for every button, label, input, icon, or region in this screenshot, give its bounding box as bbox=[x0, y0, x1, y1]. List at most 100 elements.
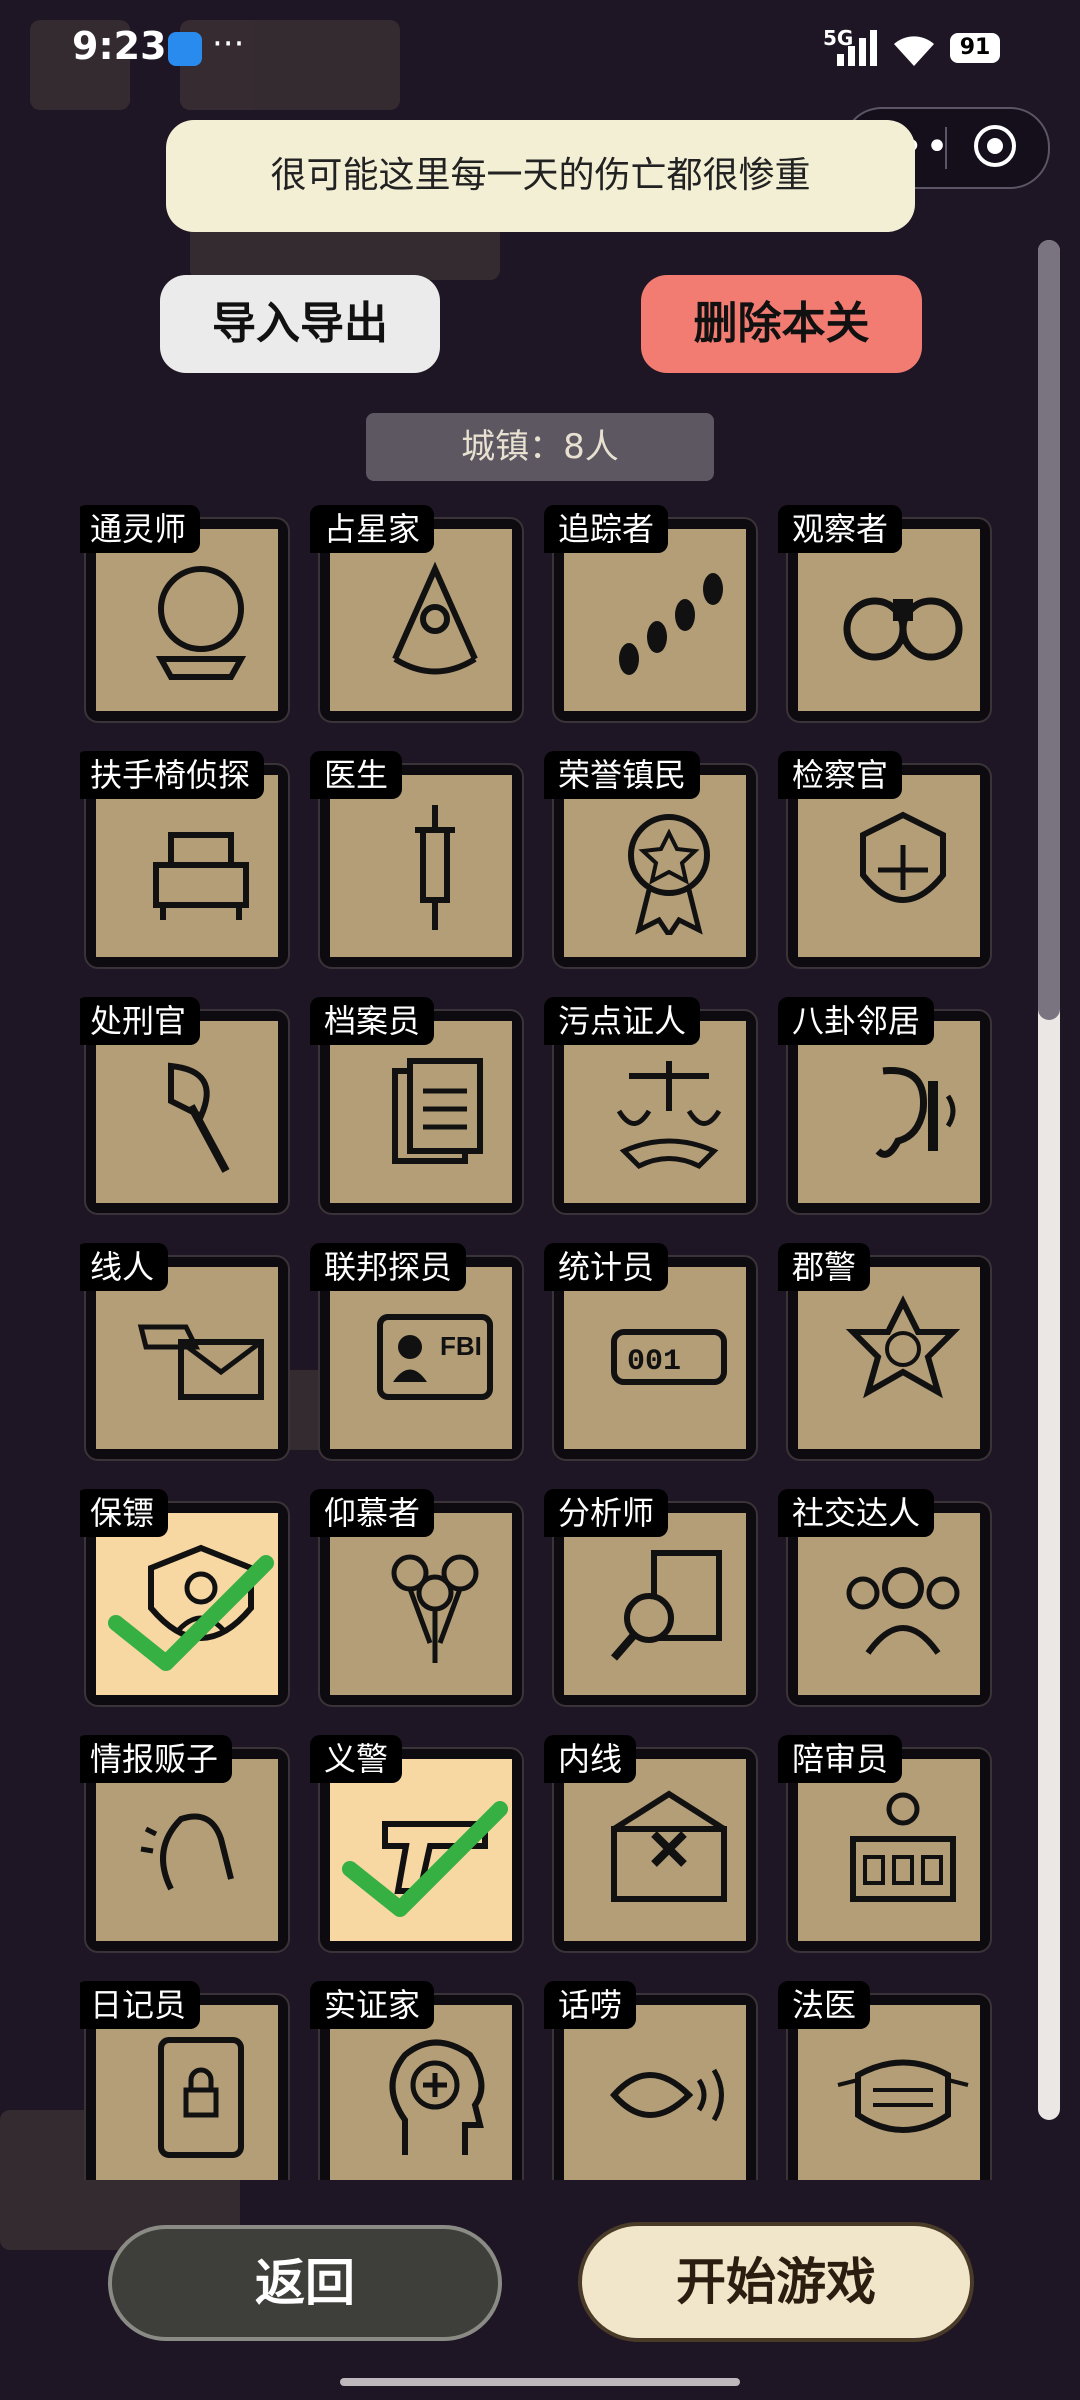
home-indicator bbox=[340, 2378, 740, 2386]
start-game-button[interactable]: 开始游戏 bbox=[578, 2222, 974, 2342]
role-card-face bbox=[330, 1021, 512, 1203]
role-card-face bbox=[564, 775, 746, 957]
role-card[interactable]: 社交达人 bbox=[778, 1489, 992, 1709]
role-card-face bbox=[330, 529, 512, 711]
svg-text:001: 001 bbox=[627, 1345, 681, 1379]
justice-emblem-icon bbox=[860, 811, 946, 903]
role-card[interactable]: 线人 bbox=[80, 1243, 290, 1463]
role-card[interactable]: 实证家 bbox=[310, 1981, 524, 2180]
role-card[interactable]: 义警 bbox=[310, 1735, 524, 1955]
role-card[interactable]: 日记员 bbox=[80, 1981, 290, 2180]
role-card[interactable]: 仰慕者 bbox=[310, 1489, 524, 1709]
svg-text:FBI: FBI bbox=[440, 1331, 482, 1361]
role-label: 检察官 bbox=[778, 751, 903, 799]
role-card[interactable]: 八卦邻居 bbox=[778, 997, 992, 1217]
role-card[interactable]: 保镖 bbox=[80, 1489, 290, 1709]
role-card-face bbox=[564, 1513, 746, 1695]
role-label: 占星家 bbox=[310, 505, 435, 553]
role-card[interactable]: 郡警 bbox=[778, 1243, 992, 1463]
role-card-face bbox=[564, 1759, 746, 1941]
role-card-face bbox=[798, 1021, 980, 1203]
sextant-icon bbox=[392, 561, 478, 675]
toast-message: 很可能这里每一天的伤亡都很惨重 bbox=[166, 120, 915, 232]
role-label: 联邦探员 bbox=[310, 1243, 467, 1291]
role-card-face bbox=[96, 1759, 278, 1941]
armchair-icon bbox=[153, 832, 249, 920]
role-label: 内线 bbox=[544, 1735, 637, 1783]
role-card-face: FBI bbox=[330, 1267, 512, 1449]
jury-box-icon bbox=[850, 1792, 956, 1902]
close-miniprogram-icon[interactable] bbox=[974, 125, 1016, 167]
role-card[interactable]: 法医 bbox=[778, 1981, 992, 2180]
role-label: 分析师 bbox=[544, 1489, 669, 1537]
role-card[interactable]: 检察官 bbox=[778, 751, 992, 971]
footprints-icon bbox=[619, 573, 723, 675]
role-card[interactable]: 医生 bbox=[310, 751, 524, 971]
role-card[interactable]: 陪审员 bbox=[778, 1735, 992, 1955]
status-bar: 9:23 ··· 5G 91 bbox=[0, 0, 1080, 100]
role-card-face bbox=[96, 2005, 278, 2180]
scrollbar[interactable] bbox=[1038, 240, 1060, 2120]
role-card[interactable]: 001 统计员 bbox=[544, 1243, 758, 1463]
role-card[interactable]: FBI 联邦探员 bbox=[310, 1243, 524, 1463]
back-button[interactable]: 返回 bbox=[108, 2225, 502, 2341]
role-card-face bbox=[96, 775, 278, 957]
medal-icon bbox=[628, 814, 710, 935]
role-label: 统计员 bbox=[544, 1243, 669, 1291]
app-notification-icon bbox=[168, 32, 202, 66]
role-card[interactable]: 荣誉镇民 bbox=[544, 751, 758, 971]
role-card-face bbox=[330, 2005, 512, 2180]
role-card-face bbox=[96, 1267, 278, 1449]
role-label: 社交达人 bbox=[778, 1489, 935, 1537]
battery-indicator: 91 bbox=[950, 33, 1000, 63]
role-card[interactable]: 处刑官 bbox=[80, 997, 290, 1217]
role-card[interactable]: 污点证人 bbox=[544, 997, 758, 1217]
axe-icon bbox=[168, 1062, 230, 1173]
selected-check-icon bbox=[342, 1801, 508, 1917]
role-card-face bbox=[564, 2005, 746, 2180]
role-label: 郡警 bbox=[778, 1243, 871, 1291]
role-label: 医生 bbox=[310, 751, 403, 799]
role-card[interactable]: 扶手椅侦探 bbox=[80, 751, 290, 971]
role-card[interactable]: 内线 bbox=[544, 1735, 758, 1955]
role-card[interactable]: 通灵师 bbox=[80, 505, 290, 725]
scales-handshake-icon bbox=[616, 1061, 722, 1170]
head-plus-icon bbox=[389, 2039, 485, 2155]
whisper-icon bbox=[140, 1813, 234, 1891]
role-card[interactable]: 情报贩子 bbox=[80, 1735, 290, 1955]
role-label: 陪审员 bbox=[778, 1735, 903, 1783]
role-label: 荣誉镇民 bbox=[544, 751, 701, 799]
role-label: 档案员 bbox=[310, 997, 435, 1045]
role-card-face bbox=[96, 1021, 278, 1203]
wifi-icon bbox=[894, 36, 934, 66]
role-card-face bbox=[798, 1267, 980, 1449]
role-card-face bbox=[798, 775, 980, 957]
binoculars-icon bbox=[843, 597, 963, 661]
magnifier-docs-icon bbox=[610, 1550, 722, 1661]
role-card[interactable]: 分析师 bbox=[544, 1489, 758, 1709]
scrollbar-thumb[interactable] bbox=[1038, 240, 1060, 1020]
envelope-x-icon bbox=[611, 1790, 727, 1902]
role-card[interactable]: 占星家 bbox=[310, 505, 524, 725]
role-card-face bbox=[330, 1513, 512, 1695]
signal-icon bbox=[837, 30, 877, 66]
role-label: 线人 bbox=[80, 1243, 169, 1291]
role-card-face bbox=[330, 1759, 512, 1941]
role-label: 观察者 bbox=[778, 505, 903, 553]
role-label: 实证家 bbox=[310, 1981, 435, 2029]
role-card[interactable]: 话唠 bbox=[544, 1981, 758, 2180]
role-label: 保镖 bbox=[80, 1489, 169, 1537]
role-label: 处刑官 bbox=[80, 997, 201, 1045]
face-mask-icon bbox=[837, 2059, 969, 2133]
role-card-face bbox=[798, 1759, 980, 1941]
role-card[interactable]: 档案员 bbox=[310, 997, 524, 1217]
role-card-face bbox=[798, 529, 980, 711]
role-card[interactable]: 追踪者 bbox=[544, 505, 758, 725]
role-card[interactable]: 观察者 bbox=[778, 505, 992, 725]
crystal-ball-icon bbox=[155, 566, 247, 680]
import-export-button[interactable]: 导入导出 bbox=[160, 275, 440, 373]
role-label: 污点证人 bbox=[544, 997, 701, 1045]
talking-mouth-icon bbox=[610, 2068, 724, 2122]
delete-level-button[interactable]: 删除本关 bbox=[641, 275, 922, 373]
selected-check-icon bbox=[108, 1555, 274, 1671]
